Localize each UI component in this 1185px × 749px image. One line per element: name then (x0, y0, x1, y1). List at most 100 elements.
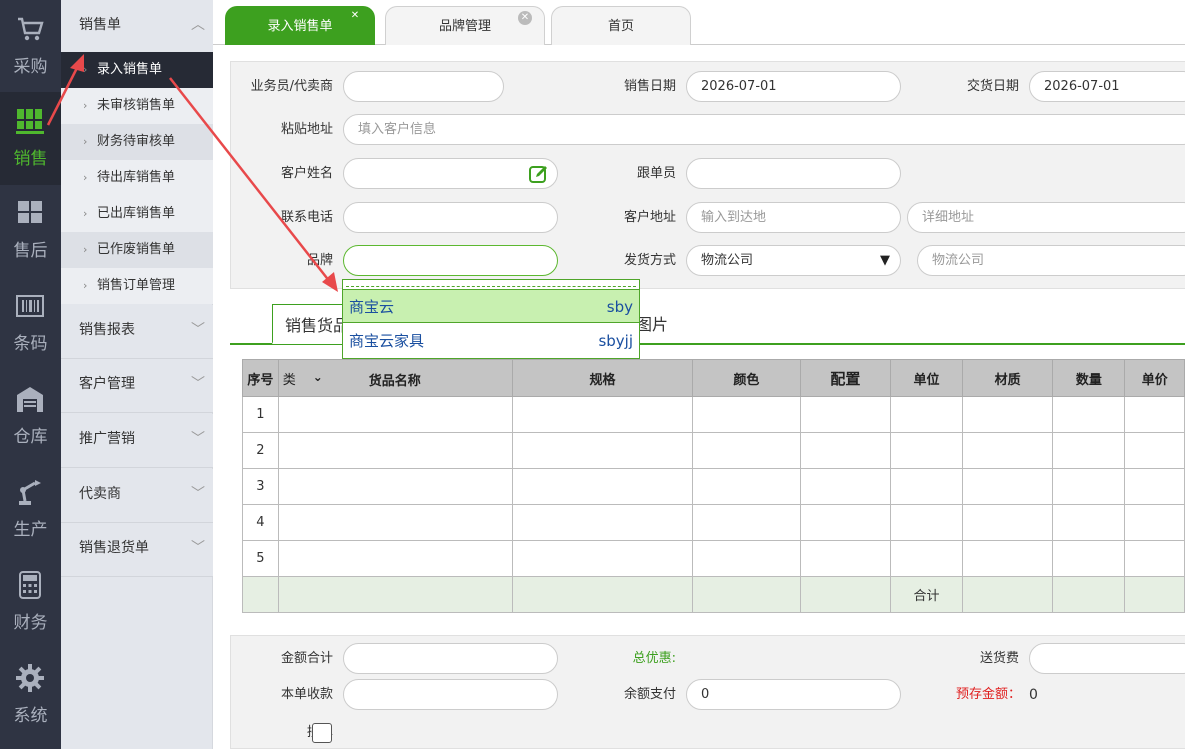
table-cell[interactable] (799, 504, 891, 541)
table-cell[interactable] (691, 432, 801, 469)
table-cell[interactable] (512, 540, 693, 577)
chevron-down-icon: ﹀ (191, 486, 205, 502)
table-cell[interactable] (691, 504, 801, 541)
customer-name-input[interactable] (343, 158, 558, 189)
table-cell[interactable] (512, 432, 693, 469)
logistics-company-input[interactable]: 物流公司 (917, 245, 1185, 276)
table-cell[interactable] (799, 396, 891, 433)
table-cell[interactable] (277, 432, 514, 469)
rail-item-barcode[interactable]: 条码 (0, 277, 61, 370)
table-cell[interactable] (691, 396, 801, 433)
table-cell[interactable] (277, 504, 514, 541)
chevron-up-icon: ︿ (191, 17, 205, 33)
table-cell[interactable] (1124, 504, 1185, 541)
table-cell[interactable] (1124, 432, 1185, 469)
submenu-item-order-management[interactable]: › 销售订单管理 (61, 268, 213, 304)
menu-group-sales-order[interactable]: 销售单 ︿ (61, 0, 213, 54)
table-cell[interactable] (1124, 540, 1185, 577)
table-cell[interactable] (277, 396, 514, 433)
submenu-item-unreviewed[interactable]: › 未审核销售单 (61, 88, 213, 124)
salesperson-input[interactable] (343, 71, 504, 102)
amount-total-input[interactable] (343, 643, 558, 674)
received-input[interactable] (343, 679, 558, 710)
table-cell[interactable] (889, 504, 964, 541)
table-cell[interactable] (691, 468, 801, 505)
table-cell[interactable] (962, 432, 1054, 469)
menu-group-returns[interactable]: 销售退货单 ﹀ (61, 523, 213, 577)
submenu-item-outbound[interactable]: › 已出库销售单 (61, 196, 213, 232)
table-cell[interactable] (962, 468, 1054, 505)
sales-date-input[interactable]: 2026-07-01 (686, 71, 901, 102)
shipping-method-label: 发货方式 (623, 253, 676, 268)
paste-address-input[interactable]: 填入客户信息 (343, 114, 1185, 145)
table-cell[interactable] (889, 540, 964, 577)
balance-pay-input[interactable]: 0 (686, 679, 901, 710)
menu-group-agent[interactable]: 代卖商 ﹀ (61, 469, 213, 523)
table-cell[interactable] (277, 468, 514, 505)
menu-group-sales-report[interactable]: 销售报表 ﹀ (61, 305, 213, 359)
edit-icon[interactable] (529, 164, 549, 184)
table-cell[interactable] (1052, 432, 1126, 469)
close-icon[interactable]: ✕ (518, 11, 532, 25)
table-row[interactable]: 4 (242, 504, 1185, 541)
table-cell[interactable] (889, 396, 964, 433)
rail-item-sales[interactable]: 销售 (0, 92, 61, 185)
tab-new-sales-order[interactable]: 录入销售单 ✕ (225, 6, 375, 45)
col-header-color: 颜色 (691, 359, 801, 397)
rail-item-warehouse[interactable]: 仓库 (0, 370, 61, 463)
menu-group-promotion[interactable]: 推广营销 ﹀ (61, 414, 213, 468)
table-cell[interactable] (512, 468, 693, 505)
table-cell[interactable] (1124, 468, 1185, 505)
delivery-date-input[interactable]: 2026-07-01 (1029, 71, 1185, 102)
rail-item-aftersales[interactable]: 售后 (0, 184, 61, 277)
brand-option[interactable]: 商宝云 sby (343, 289, 639, 323)
table-row[interactable]: 2 (242, 432, 1185, 469)
submenu-item-new-sales-order[interactable]: › 录入销售单 (61, 52, 213, 88)
tab-home[interactable]: 首页 (551, 6, 691, 45)
table-row[interactable]: 3 (242, 468, 1185, 505)
table-cell[interactable] (1052, 504, 1126, 541)
table-cell[interactable] (1124, 396, 1185, 433)
boxes-icon (18, 201, 42, 223)
shipping-method-select[interactable]: 物流公司 ▼ (686, 245, 901, 276)
table-cell[interactable] (691, 540, 801, 577)
phone-input[interactable] (343, 202, 558, 233)
tab-label: 首页 (607, 19, 634, 34)
rail-item-purchase[interactable]: 采购 (0, 0, 61, 93)
rail-item-system[interactable]: 系统 (0, 649, 61, 742)
follower-input[interactable] (686, 158, 901, 189)
menu-group-label: 客户管理 (79, 376, 135, 392)
table-cell[interactable] (889, 432, 964, 469)
submenu-item-voided[interactable]: › 已作废销售单 (61, 232, 213, 268)
table-row[interactable]: 5 (242, 540, 1185, 577)
table-cell[interactable] (799, 540, 891, 577)
address-detail-input[interactable]: 详细地址 (907, 202, 1185, 233)
address-destination-input[interactable]: 输入到达地 (686, 202, 901, 233)
table-cell[interactable] (512, 396, 693, 433)
table-row[interactable]: 1 (242, 396, 1185, 433)
brand-option[interactable]: 商宝云家具 sbyjj (343, 324, 639, 358)
close-icon[interactable]: ✕ (348, 9, 362, 23)
brand-input[interactable] (343, 245, 558, 276)
chevron-down-icon[interactable]: ⌄ (313, 370, 323, 384)
table-cell[interactable] (1052, 396, 1126, 433)
delivery-fee-input[interactable] (1029, 643, 1185, 674)
table-cell[interactable] (1052, 540, 1126, 577)
rail-item-finance[interactable]: 财务 (0, 556, 61, 649)
table-cell[interactable] (512, 504, 693, 541)
combine-order-checkbox[interactable] (312, 723, 332, 743)
table-cell[interactable] (1052, 468, 1126, 505)
chevron-right-icon: › (83, 171, 88, 184)
rail-item-production[interactable]: 生产 (0, 463, 61, 556)
table-cell[interactable] (889, 468, 964, 505)
submenu-item-finance-pending[interactable]: › 财务待审核单 (61, 124, 213, 160)
table-cell[interactable] (962, 396, 1054, 433)
table-cell[interactable] (962, 504, 1054, 541)
table-cell[interactable] (799, 432, 891, 469)
submenu-item-pending-outbound[interactable]: › 待出库销售单 (61, 160, 213, 196)
tab-brand-management[interactable]: 品牌管理 ✕ (385, 6, 545, 45)
menu-group-customer[interactable]: 客户管理 ﹀ (61, 359, 213, 413)
table-cell[interactable] (962, 540, 1054, 577)
table-cell[interactable] (799, 468, 891, 505)
table-cell[interactable] (277, 540, 514, 577)
